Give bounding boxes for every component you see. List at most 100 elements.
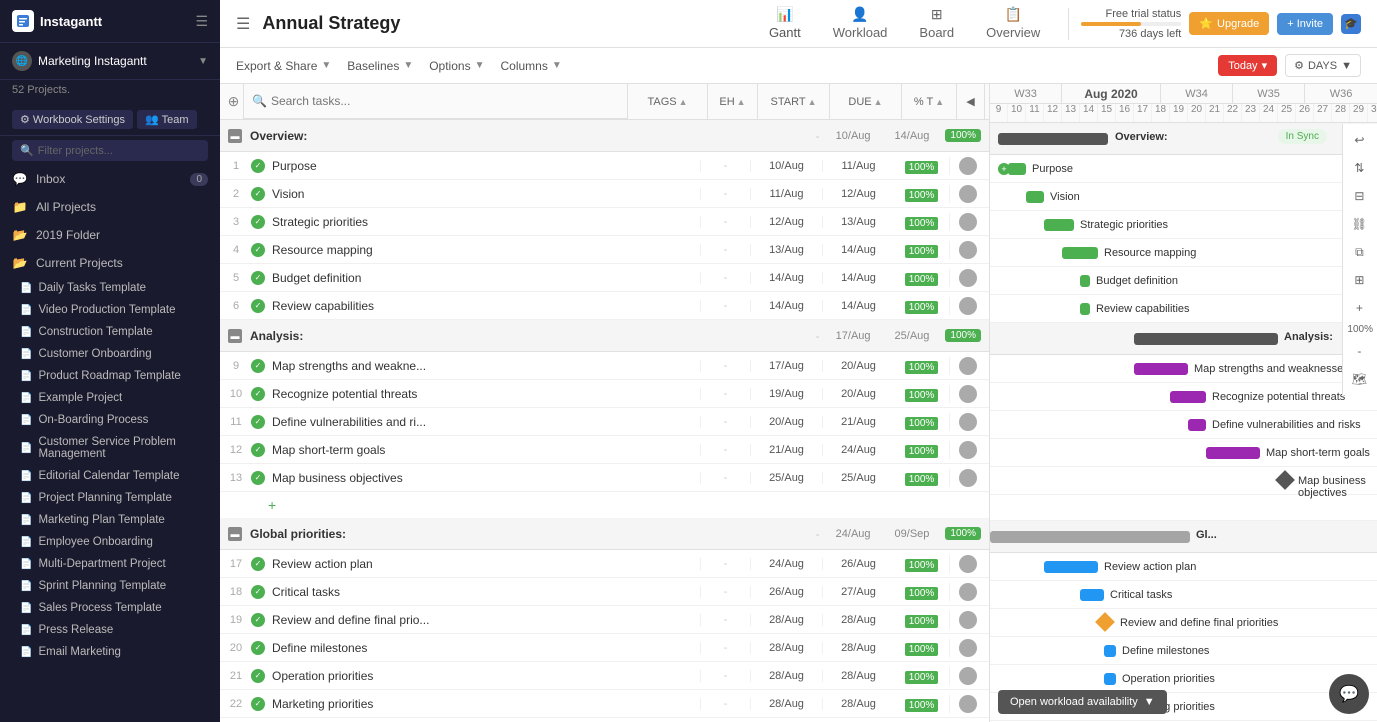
task-check[interactable]: ✓ (248, 299, 268, 313)
task-name[interactable]: Critical tasks (268, 585, 700, 599)
group-overview-header[interactable]: ▬ Overview: - 10/Aug 14/Aug 100% (220, 120, 989, 152)
col-header-due[interactable]: DUE ▲ (830, 84, 902, 119)
sidebar-item-current-projects[interactable]: 📂 Current Projects (0, 249, 220, 277)
org-switcher[interactable]: 🌐 Marketing Instagantt ▼ (0, 43, 220, 80)
filter-projects-input[interactable] (38, 145, 200, 157)
task-check[interactable]: ✓ (248, 471, 268, 485)
task-check[interactable]: ✓ (248, 243, 268, 257)
task-name[interactable]: Recognize potential threats (268, 387, 700, 401)
task-check[interactable]: ✓ (248, 159, 268, 173)
sidebar-item-2019-folder[interactable]: 📂 2019 Folder (0, 221, 220, 249)
sidebar-project-editorial-calendar[interactable]: 📄 Editorial Calendar Template (0, 465, 220, 487)
sidebar-project-sprint-planning[interactable]: 📄 Sprint Planning Template (0, 575, 220, 597)
task-name[interactable]: Resource mapping (268, 243, 700, 257)
add-col-btn[interactable]: ⊕ (224, 84, 244, 119)
task-check[interactable]: ✓ (248, 415, 268, 429)
task-check[interactable]: ✓ (248, 387, 268, 401)
user-avatar-icon[interactable]: 🎓 (1341, 14, 1361, 34)
sidebar-project-video-production[interactable]: 📄 Video Production Template (0, 299, 220, 321)
task-name[interactable]: Purpose (268, 159, 700, 173)
col-header-tags[interactable]: TAGS ▲ (628, 84, 708, 119)
zoom-in-btn[interactable]: + (1347, 296, 1371, 320)
sidebar-collapse-icon[interactable]: ☰ (195, 13, 208, 30)
sidebar-item-all-projects[interactable]: 📁 All Projects (0, 193, 220, 221)
col-header-nav[interactable]: ◀ (957, 84, 985, 119)
add-analysis-task-row[interactable]: + (220, 492, 989, 518)
task-check[interactable]: ✓ (248, 271, 268, 285)
task-name[interactable]: Marketing priorities (268, 697, 700, 711)
export-share-btn[interactable]: Export & Share ▼ (236, 59, 331, 73)
task-check[interactable]: ✓ (248, 187, 268, 201)
sidebar-project-email-marketing[interactable]: 📄 Email Marketing (0, 641, 220, 663)
sidebar-project-employee-onboarding[interactable]: 📄 Employee Onboarding (0, 531, 220, 553)
sidebar-project-daily-tasks[interactable]: 📄 Daily Tasks Template (0, 277, 220, 299)
chat-bubble-btn[interactable]: 💬 (1329, 674, 1369, 714)
task-name[interactable]: Budget definition (268, 271, 700, 285)
workbook-settings-btn[interactable]: ⚙ Workbook Settings (12, 110, 133, 129)
link-tool-btn[interactable]: ⛓ (1347, 212, 1371, 236)
task-name[interactable]: Map business objectives (268, 471, 700, 485)
task-name[interactable]: Review and define final prio... (268, 613, 700, 627)
today-button[interactable]: Today ▾ (1218, 55, 1277, 76)
sidebar-project-customer-onboarding[interactable]: 📄 Customer Onboarding (0, 343, 220, 365)
tab-overview[interactable]: 📋 Overview (970, 0, 1056, 54)
sidebar-project-onboarding-process[interactable]: 📄 On-Boarding Process (0, 409, 220, 431)
grid-tool-btn[interactable]: ⊞ (1347, 268, 1371, 292)
sidebar-project-product-roadmap[interactable]: 📄 Product Roadmap Template (0, 365, 220, 387)
task-check[interactable]: ✓ (248, 613, 268, 627)
task-name[interactable]: Map short-term goals (268, 443, 700, 457)
sort-tool-btn[interactable]: ⇅ (1347, 156, 1371, 180)
options-btn[interactable]: Options ▼ (429, 59, 484, 73)
col-header-start[interactable]: START ▲ (758, 84, 830, 119)
task-check[interactable]: ✓ (248, 359, 268, 373)
task-name[interactable]: Define vulnerabilities and ri... (268, 415, 700, 429)
invite-button[interactable]: + Invite (1277, 13, 1333, 35)
task-check[interactable]: ✓ (248, 669, 268, 683)
task-check[interactable]: ✓ (248, 697, 268, 711)
nav-arrow-icon: ◀ (966, 95, 974, 108)
task-name[interactable]: Strategic priorities (268, 215, 700, 229)
sidebar-project-project-planning[interactable]: 📄 Project Planning Template (0, 487, 220, 509)
task-check[interactable]: ✓ (248, 557, 268, 571)
sidebar-project-sales-process[interactable]: 📄 Sales Process Template (0, 597, 220, 619)
task-name[interactable]: Map strengths and weakne... (268, 359, 700, 373)
task-name[interactable]: Vision (268, 187, 700, 201)
workload-availability-button[interactable]: Open workload availability ▼ (998, 690, 1167, 714)
sidebar-project-construction[interactable]: 📄 Construction Template (0, 321, 220, 343)
task-check[interactable]: ✓ (248, 215, 268, 229)
group-global-header[interactable]: ▬ Global priorities: - 24/Aug 09/Sep 100… (220, 518, 989, 550)
baselines-btn[interactable]: Baselines ▼ (347, 59, 413, 73)
zoom-out-btn[interactable]: - (1347, 339, 1371, 363)
task-check[interactable]: ✓ (248, 641, 268, 655)
sidebar-project-customer-service[interactable]: 📄 Customer Service Problem Management (0, 431, 220, 465)
group-analysis-header[interactable]: ▬ Analysis: - 17/Aug 25/Aug 100% (220, 320, 989, 352)
check-circle-icon: ✓ (251, 243, 265, 257)
task-name[interactable]: Review capabilities (268, 299, 700, 313)
columns-btn[interactable]: Columns ▼ (500, 59, 561, 73)
tab-gantt[interactable]: 📊 Gantt (753, 0, 817, 54)
sidebar-project-multi-department[interactable]: 📄 Multi-Department Project (0, 553, 220, 575)
task-name[interactable]: Review action plan (268, 557, 700, 571)
task-name[interactable]: Define milestones (268, 641, 700, 655)
col-header-pct[interactable]: % T ▲ (902, 84, 957, 119)
search-input[interactable] (271, 94, 619, 108)
days-button[interactable]: ⚙ DAYS ▼ (1285, 54, 1361, 77)
team-btn[interactable]: 👥 Team (137, 110, 196, 129)
undo-tool-btn[interactable]: ↩ (1347, 128, 1371, 152)
task-check[interactable]: ✓ (248, 585, 268, 599)
task-name[interactable]: Operation priorities (268, 669, 700, 683)
sidebar-project-press-release[interactable]: 📄 Press Release (0, 619, 220, 641)
sidebar-item-inbox[interactable]: 💬 Inbox 0 (0, 165, 220, 193)
task-check[interactable]: ✓ (248, 443, 268, 457)
map-tool-btn[interactable]: 🗺 (1347, 367, 1371, 391)
col-header-eh[interactable]: EH ▲ (708, 84, 758, 119)
menu-icon[interactable]: ☰ (236, 14, 250, 34)
tab-workload[interactable]: 👤 Workload (817, 0, 904, 54)
filter-tool-btn[interactable]: ⊟ (1347, 184, 1371, 208)
upgrade-button[interactable]: ⭐ Upgrade (1189, 12, 1269, 35)
sidebar-project-example[interactable]: 📄 Example Project (0, 387, 220, 409)
tab-board[interactable]: ⊞ Board (903, 0, 970, 54)
sidebar-project-marketing-plan[interactable]: 📄 Marketing Plan Template (0, 509, 220, 531)
copy-tool-btn[interactable]: ⧉ (1347, 240, 1371, 264)
vision-bar (1026, 191, 1044, 203)
